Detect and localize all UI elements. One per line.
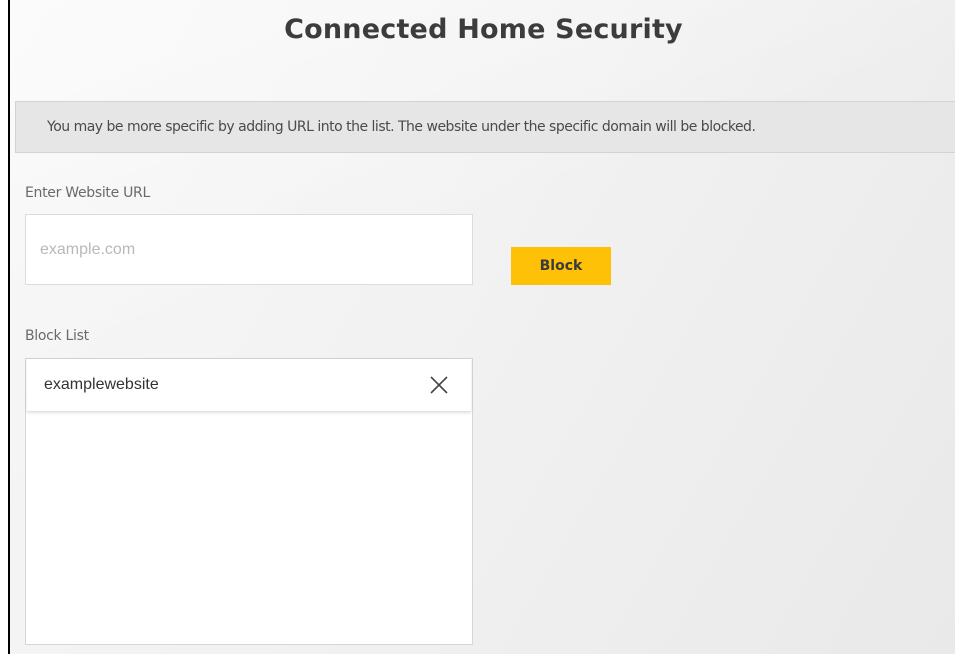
list-item: examplewebsite (27, 359, 471, 412)
list-item-label: examplewebsite (44, 376, 159, 393)
block-list: examplewebsite (25, 358, 473, 645)
url-input[interactable] (25, 214, 473, 285)
url-field-label: Enter Website URL (25, 185, 150, 201)
block-list-label: Block List (25, 328, 89, 344)
page-title: Connected Home Security (284, 14, 683, 45)
close-icon[interactable] (427, 373, 451, 397)
page-frame: Connected Home Security You may be more … (8, 0, 955, 654)
block-button[interactable]: Block (511, 247, 611, 285)
info-banner: You may be more specific by adding URL i… (15, 101, 955, 153)
